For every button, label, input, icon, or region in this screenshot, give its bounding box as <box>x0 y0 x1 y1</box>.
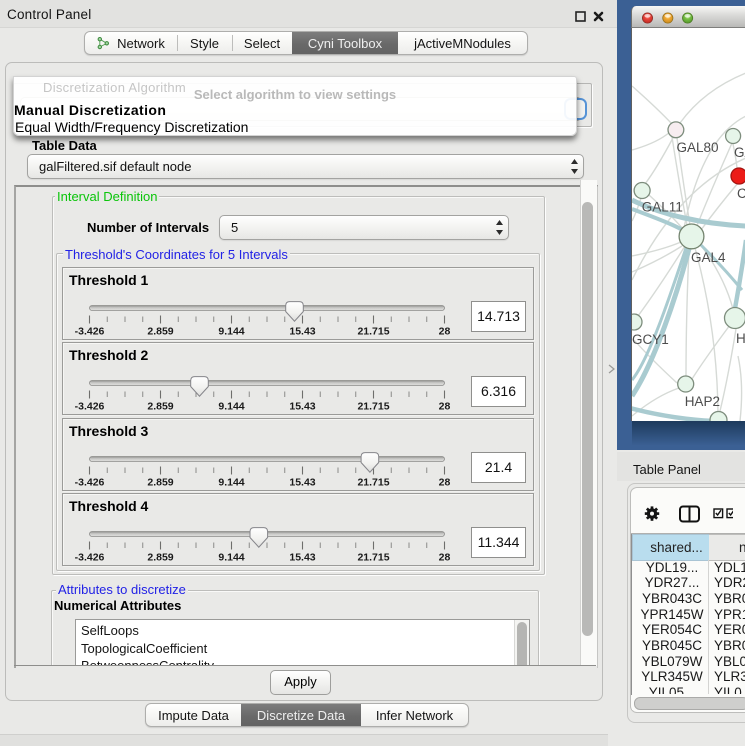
svg-text:21.715: 21.715 <box>357 326 389 338</box>
svg-text:28: 28 <box>439 326 451 338</box>
svg-text:9.144: 9.144 <box>218 552 244 564</box>
svg-text:-3.426: -3.426 <box>75 552 105 564</box>
svg-text:2.859: 2.859 <box>147 552 173 564</box>
svg-text:15.43: 15.43 <box>289 326 315 338</box>
svg-text:-3.426: -3.426 <box>75 326 105 338</box>
svg-text:21.715: 21.715 <box>357 401 389 413</box>
svg-text:GAL11: GAL11 <box>641 200 682 215</box>
svg-text:28: 28 <box>439 401 451 413</box>
svg-text:9.144: 9.144 <box>218 401 244 413</box>
svg-text:-3.426: -3.426 <box>75 401 105 413</box>
svg-text:CDC: CDC <box>737 186 745 201</box>
svg-text:15.43: 15.43 <box>289 552 315 564</box>
svg-text:HAP2: HAP2 <box>684 394 719 409</box>
svg-text:GCY1: GCY1 <box>632 332 669 347</box>
svg-text:15.43: 15.43 <box>289 477 315 489</box>
svg-text:GAL4: GAL4 <box>691 250 726 265</box>
svg-text:GAL3: GAL3 <box>734 145 745 160</box>
svg-text:9.144: 9.144 <box>218 326 244 338</box>
svg-text:21.715: 21.715 <box>357 552 389 564</box>
svg-text:2.859: 2.859 <box>147 401 173 413</box>
svg-text:21.715: 21.715 <box>357 477 389 489</box>
svg-text:-3.426: -3.426 <box>75 477 105 489</box>
svg-text:2.859: 2.859 <box>147 326 173 338</box>
svg-text:28: 28 <box>439 477 451 489</box>
svg-text:28: 28 <box>439 552 451 564</box>
svg-text:GAL80: GAL80 <box>676 140 718 155</box>
svg-text:2.859: 2.859 <box>147 477 173 489</box>
svg-text:9.144: 9.144 <box>218 477 244 489</box>
svg-text:HIS: HIS <box>736 331 745 346</box>
svg-text:15.43: 15.43 <box>289 401 315 413</box>
